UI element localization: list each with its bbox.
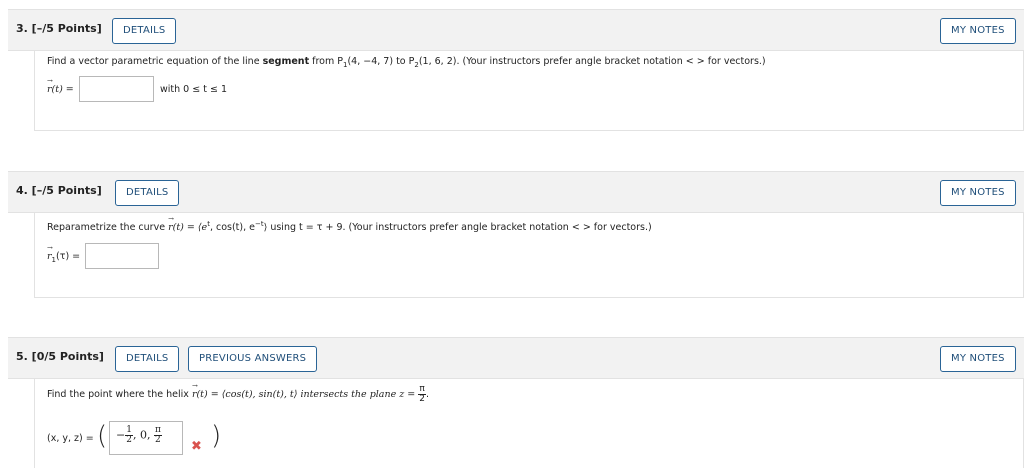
details-button[interactable]: DETAILS <box>115 180 180 206</box>
my-notes-button[interactable]: MY NOTES <box>940 346 1016 372</box>
parameter-range-text: with 0 ≤ t ≤ 1 <box>160 84 227 95</box>
details-button[interactable]: DETAILS <box>112 18 177 44</box>
point-answer-box[interactable]: −1 2, 0, π2 <box>109 421 183 455</box>
question-5-prompt: Find the point where the helix r(t) = ⟨c… <box>47 385 429 404</box>
question-4-prompt: Reparametrize the curve r(t) = ⟨et, cos(… <box>47 220 652 233</box>
question-4-points: 4. [–/5 Points] <box>16 184 102 197</box>
my-notes-button[interactable]: MY NOTES <box>940 18 1016 44</box>
question-3-prompt: Find a vector parametric equation of the… <box>47 56 766 69</box>
question-3-points: 3. [–/5 Points] <box>16 22 102 35</box>
question-5-body: Find the point where the helix r(t) = ⟨c… <box>34 379 1024 468</box>
close-paren: ) <box>211 421 222 451</box>
previous-answers-button[interactable]: PREVIOUS ANSWERS <box>188 346 318 372</box>
question-3-body: Find a vector parametric equation of the… <box>34 51 1024 131</box>
r1-of-tau-label: r1(τ) = <box>47 251 80 264</box>
incorrect-x-icon: ✖ <box>191 439 202 454</box>
question-3-header: 3. [–/5 Points] DETAILS MY NOTES <box>8 9 1024 51</box>
my-notes-button[interactable]: MY NOTES <box>940 180 1016 206</box>
r-of-t-label: r(t) = <box>47 84 74 95</box>
question-4-header: 4. [–/5 Points] DETAILS MY NOTES <box>8 171 1024 213</box>
reparametrization-input[interactable] <box>85 243 159 269</box>
question-5-points: 5. [0/5 Points] <box>16 350 104 363</box>
details-button[interactable]: DETAILS <box>115 346 180 372</box>
question-4-body: Reparametrize the curve r(t) = ⟨et, cos(… <box>34 213 1024 298</box>
vector-equation-input[interactable] <box>79 76 154 102</box>
question-5-header: 5. [0/5 Points] DETAILS PREVIOUS ANSWERS… <box>8 337 1024 379</box>
open-paren: ( <box>97 421 108 451</box>
point-label: (x, y, z) = <box>47 433 94 444</box>
